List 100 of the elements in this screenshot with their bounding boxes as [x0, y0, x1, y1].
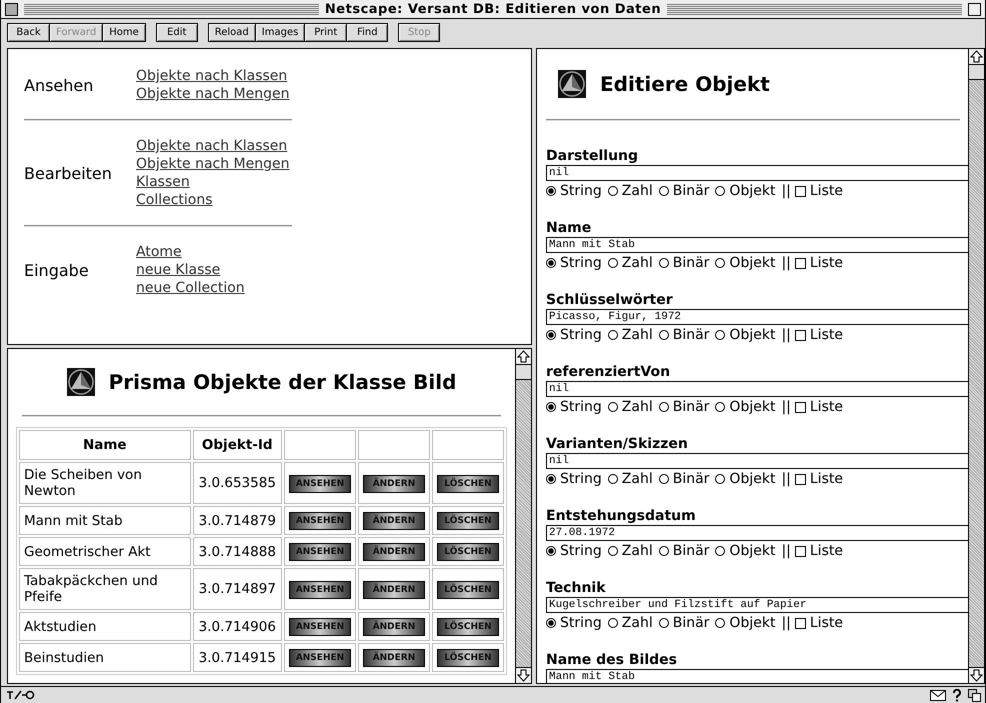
- action-button[interactable]: ANSEHEN: [288, 474, 351, 492]
- radio-button[interactable]: [546, 546, 556, 556]
- scroll-up-icon[interactable]: [516, 349, 531, 365]
- action-button[interactable]: ANSEHEN: [288, 512, 351, 530]
- action-button[interactable]: LÖSCHEN: [436, 580, 499, 598]
- nav-link[interactable]: Objekte nach Klassen: [136, 137, 290, 155]
- action-button[interactable]: ÄNDERN: [362, 474, 425, 492]
- action-button[interactable]: ANSEHEN: [288, 618, 351, 636]
- nav-link[interactable]: Objekte nach Mengen: [136, 155, 290, 173]
- action-button[interactable]: LÖSCHEN: [436, 474, 499, 492]
- radio-button[interactable]: [546, 618, 556, 628]
- mail-icon[interactable]: [930, 690, 946, 700]
- radio-label: Binär: [672, 255, 710, 271]
- checkbox[interactable]: [794, 546, 806, 556]
- radio-button[interactable]: [546, 402, 556, 412]
- windows-icon[interactable]: [968, 688, 981, 702]
- section-title: Bearbeiten: [24, 164, 113, 182]
- action-button[interactable]: LÖSCHEN: [436, 649, 499, 667]
- nav-link[interactable]: Klassen: [136, 173, 290, 191]
- checkbox[interactable]: [794, 330, 806, 340]
- page-heading: Editiere Objekt: [600, 72, 770, 96]
- radio-button[interactable]: [608, 186, 618, 196]
- radio-button[interactable]: [546, 258, 556, 268]
- nav-link[interactable]: Collections: [136, 191, 290, 209]
- input-field[interactable]: Mann mit Stab: [546, 669, 968, 683]
- radio-button[interactable]: [715, 186, 726, 196]
- nav-link[interactable]: Objekte nach Klassen: [136, 67, 290, 85]
- toolbar-button[interactable]: Back: [7, 23, 49, 42]
- nav-link[interactable]: neue Collection: [136, 279, 245, 297]
- input-field[interactable]: nil: [546, 165, 968, 181]
- radio-button[interactable]: [546, 330, 556, 340]
- radio-button[interactable]: [658, 618, 669, 628]
- nav-link[interactable]: Objekte nach Mengen: [136, 85, 290, 103]
- input-field[interactable]: Picasso, Figur, 1972: [546, 309, 968, 325]
- checkbox[interactable]: [794, 258, 806, 268]
- radio-label: Objekt: [729, 183, 776, 199]
- toolbar-button[interactable]: Find: [346, 23, 388, 42]
- toolbar-button[interactable]: Print: [304, 23, 346, 42]
- field-label: Entstehungsdatum: [546, 507, 697, 525]
- checkbox[interactable]: [794, 186, 806, 196]
- radio-label: String: [560, 615, 602, 631]
- action-button[interactable]: ANSEHEN: [288, 580, 351, 598]
- scroll-thumb[interactable]: [516, 365, 531, 380]
- zoom-box[interactable]: [968, 2, 981, 16]
- action-button[interactable]: ÄNDERN: [362, 618, 425, 636]
- radio-button[interactable]: [608, 546, 618, 556]
- input-field[interactable]: Kugelschreiber und Filzstift auf Papier: [546, 597, 968, 613]
- nav-link[interactable]: neue Klasse: [136, 261, 245, 279]
- input-field[interactable]: 27.08.1972: [546, 525, 968, 541]
- close-box[interactable]: [5, 2, 18, 16]
- radio-button[interactable]: [608, 330, 618, 340]
- prism-logo-icon: [66, 368, 95, 396]
- radio-button[interactable]: [658, 186, 669, 196]
- toolbar-button[interactable]: Reload: [208, 23, 255, 42]
- input-field[interactable]: nil: [546, 453, 968, 469]
- radio-button[interactable]: [658, 330, 669, 340]
- action-button[interactable]: ÄNDERN: [362, 580, 425, 598]
- radio-button[interactable]: [546, 186, 556, 196]
- radio-button[interactable]: [546, 474, 556, 484]
- action-button[interactable]: ÄNDERN: [362, 649, 425, 667]
- field-label: Technik: [546, 579, 607, 597]
- radio-button[interactable]: [658, 258, 669, 268]
- radio-label: Binär: [672, 183, 710, 199]
- input-field[interactable]: Mann mit Stab: [546, 237, 968, 253]
- radio-button[interactable]: [715, 402, 726, 412]
- action-button[interactable]: ÄNDERN: [362, 512, 425, 530]
- radio-button[interactable]: [608, 618, 618, 628]
- radio-button[interactable]: [715, 546, 726, 556]
- radio-button[interactable]: [658, 474, 669, 484]
- input-field[interactable]: nil: [546, 381, 968, 397]
- radio-button[interactable]: [608, 258, 618, 268]
- checkbox[interactable]: [794, 402, 806, 412]
- action-button[interactable]: ANSEHEN: [288, 543, 351, 561]
- radio-button[interactable]: [608, 402, 618, 412]
- nav-link[interactable]: Atome: [136, 243, 245, 261]
- radio-button[interactable]: [715, 258, 726, 268]
- action-button[interactable]: LÖSCHEN: [436, 618, 499, 636]
- scroll-thumb[interactable]: [969, 65, 984, 80]
- help-icon[interactable]: [952, 688, 962, 702]
- scroll-up-icon[interactable]: [969, 49, 984, 65]
- action-button[interactable]: LÖSCHEN: [436, 543, 499, 561]
- toolbar-button[interactable]: Images: [254, 23, 304, 42]
- toolbar-button[interactable]: Home: [102, 23, 146, 42]
- radio-button[interactable]: [658, 402, 669, 412]
- scroll-down-icon[interactable]: [969, 667, 984, 683]
- radio-button[interactable]: [715, 618, 726, 628]
- radio-button[interactable]: [658, 546, 669, 556]
- checkbox[interactable]: [794, 474, 806, 484]
- radio-button[interactable]: [715, 330, 726, 340]
- separator-text: ||: [781, 399, 791, 415]
- action-button[interactable]: ÄNDERN: [362, 543, 425, 561]
- radio-label: Objekt: [729, 615, 776, 631]
- radio-button[interactable]: [715, 474, 726, 484]
- action-button[interactable]: LÖSCHEN: [436, 512, 499, 530]
- checkbox[interactable]: [794, 618, 806, 628]
- toolbar-button[interactable]: Edit: [156, 23, 198, 42]
- action-button[interactable]: ANSEHEN: [288, 649, 351, 667]
- table-cell: 3.0.714897: [192, 568, 282, 610]
- scroll-down-icon[interactable]: [516, 667, 531, 683]
- radio-button[interactable]: [608, 474, 618, 484]
